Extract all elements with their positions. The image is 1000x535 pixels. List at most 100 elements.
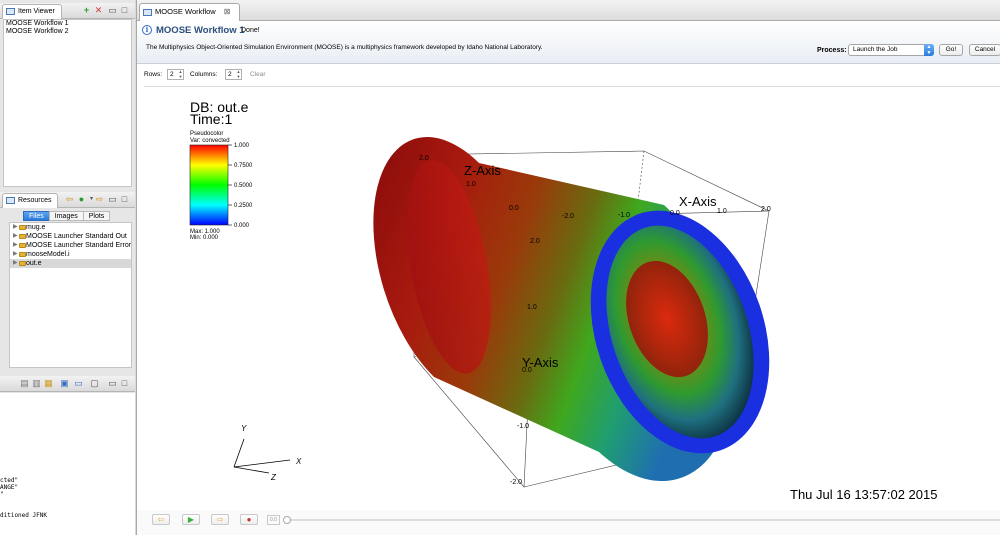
- console-icon[interactable]: ▤: [20, 379, 29, 388]
- legend-tick-label: 0.7500: [234, 163, 253, 169]
- visit-render-canvas[interactable]: DB: out.e Time:1 Pseudocolor Var: convec…: [144, 86, 1000, 511]
- back-arrow-icon[interactable]: ⇦: [65, 195, 74, 204]
- item-viewer-tab[interactable]: Item Viewer: [2, 4, 62, 19]
- minimize-icon[interactable]: ▭: [108, 195, 117, 204]
- legend-tick-label: 0.5000: [234, 183, 253, 189]
- folder-icon: [19, 252, 26, 257]
- file-row-selected[interactable]: ▶ out.e: [10, 259, 131, 268]
- folder-icon: [19, 243, 26, 248]
- folder-icon: [19, 261, 26, 266]
- legend-tick-label: 1.000: [234, 143, 250, 149]
- triad-z-label: Z: [270, 473, 277, 482]
- svg-text:2.0: 2.0: [530, 238, 540, 245]
- triad-x-label: X: [295, 457, 302, 466]
- console-output: cted" ANGE" " ditioned JFNK: [0, 393, 135, 535]
- process-label: Process:: [817, 47, 847, 54]
- item-viewer-list: MOOSE Workflow 1 MOOSE Workflow 2: [3, 19, 132, 187]
- axis-triad: [233, 438, 291, 474]
- previous-frame-icon[interactable]: ⇦: [152, 514, 170, 525]
- page-title: MOOSE Workflow 1: [156, 25, 245, 36]
- maximize-icon[interactable]: □: [120, 6, 129, 15]
- open-console-icon[interactable]: ▭: [74, 379, 83, 388]
- x-axis-title: X-Axis: [679, 194, 717, 209]
- file-row[interactable]: ▶ MOOSE Launcher Standard Out: [10, 232, 131, 241]
- left-column: Item Viewer + ✕ ▭ □ MOOSE Workflow 1 MOO…: [0, 0, 135, 535]
- svg-text:1.0: 1.0: [717, 208, 727, 215]
- legend-variable: Var: convected: [190, 138, 230, 144]
- editor-tab-moose-workflow[interactable]: MOOSE Workflow ⊠: [139, 3, 240, 21]
- delete-icon[interactable]: ✕: [94, 6, 103, 15]
- columns-stepper[interactable]: 2 ▲ ▼: [225, 69, 242, 80]
- next-frame-icon[interactable]: ⇨: [211, 514, 229, 525]
- add-icon[interactable]: +: [82, 6, 91, 15]
- time-slider-handle[interactable]: [283, 516, 291, 524]
- svg-text:-2.0: -2.0: [510, 479, 522, 486]
- rows-label: Rows:: [144, 71, 163, 78]
- console-line: ANGE": [0, 484, 19, 491]
- resources-tab[interactable]: Resources: [2, 193, 59, 208]
- file-row[interactable]: ▶ mooseModel.i: [10, 250, 131, 259]
- tab-images[interactable]: Images: [48, 211, 84, 221]
- tab-files[interactable]: Files: [23, 211, 50, 221]
- stepper-arrows-icon[interactable]: ▲ ▼: [178, 69, 183, 79]
- item-viewer-tabbar: Item Viewer + ✕ ▭ □: [0, 3, 135, 19]
- console-line: cted": [0, 477, 19, 484]
- record-icon[interactable]: ●: [240, 514, 258, 525]
- folder-icon: [19, 234, 26, 239]
- svg-text:0.0: 0.0: [509, 205, 519, 212]
- go-button[interactable]: Go!: [939, 44, 963, 56]
- svg-text:2.0: 2.0: [761, 206, 771, 213]
- cancel-button[interactable]: Cancel: [969, 44, 1000, 56]
- time-label: Time:1: [190, 111, 232, 127]
- scroll-lock-icon[interactable]: ▥: [32, 379, 41, 388]
- frame-field[interactable]: 0.0: [267, 515, 280, 525]
- svg-text:-1.0: -1.0: [618, 212, 630, 219]
- list-item[interactable]: MOOSE Workflow 1: [4, 20, 131, 28]
- minimize-icon[interactable]: ▭: [108, 379, 117, 388]
- play-icon[interactable]: ●: [77, 195, 86, 204]
- minimize-icon[interactable]: ▭: [108, 6, 117, 15]
- svg-text:-1.0: -1.0: [517, 423, 529, 430]
- triad-y-label: Y: [241, 424, 247, 433]
- editor-tabbar: MOOSE Workflow ⊠: [137, 0, 1000, 21]
- legend-ticks: 1.000 0.7500 0.5000 0.2500 0.000: [228, 143, 253, 229]
- resources-tab-switcher: Files Images Plots: [23, 211, 111, 221]
- colormap-bar: [189, 144, 229, 226]
- svg-text:-2.0: -2.0: [562, 213, 574, 220]
- folder-icon: [19, 225, 26, 230]
- maximize-icon[interactable]: □: [120, 195, 129, 204]
- stepper-arrows-icon[interactable]: ▲ ▼: [236, 69, 241, 79]
- editor-area: MOOSE Workflow ⊠ i MOOSE Workflow 1 Done…: [136, 0, 1000, 535]
- render-svg: DB: out.e Time:1 Pseudocolor Var: convec…: [189, 99, 937, 502]
- new-console-icon[interactable]: ▢: [90, 379, 99, 388]
- process-select[interactable]: Launch the Job ▲ ▼: [848, 44, 934, 56]
- svg-text:2.0: 2.0: [419, 155, 429, 162]
- maximize-icon[interactable]: □: [120, 379, 129, 388]
- pin-icon[interactable]: ▦: [44, 379, 53, 388]
- grid-controls: Rows: 2 ▲ ▼ Columns: 2 ▲ ▼ Clear: [137, 66, 1000, 84]
- close-tab-icon[interactable]: ⊠: [224, 7, 231, 16]
- time-slider-track[interactable]: [287, 519, 1000, 521]
- clear-button[interactable]: Clear: [250, 71, 266, 78]
- resources-file-tree: ▶ mug.e ▶ MOOSE Launcher Standard Out ▶ MOO…: [9, 222, 132, 368]
- forward-arrow-icon[interactable]: ⇨: [95, 195, 104, 204]
- description-text: The Multiphysics Object-Oriented Simulat…: [146, 44, 543, 51]
- legend-plot-type: Pseudocolor: [190, 131, 223, 137]
- svg-text:0.0: 0.0: [522, 367, 532, 374]
- timestamp: Thu Jul 16 13:57:02 2015: [790, 487, 937, 502]
- z-axis-title: Z-Axis: [464, 163, 501, 178]
- legend-tick-label: 0.000: [234, 223, 250, 229]
- animation-controls: ⇦ ▶ ⇨ ● 0.0: [137, 510, 1000, 535]
- rows-stepper[interactable]: 2 ▲ ▼: [167, 69, 184, 80]
- list-item[interactable]: MOOSE Workflow 2: [4, 28, 131, 36]
- chevron-updown-icon: ▲ ▼: [924, 44, 934, 56]
- display-console-icon[interactable]: ▣: [60, 379, 69, 388]
- tab-plots[interactable]: Plots: [82, 211, 111, 221]
- file-row[interactable]: ▶ MOOSE Launcher Standard Error: [10, 241, 131, 250]
- file-row[interactable]: ▶ mug.e: [10, 223, 131, 232]
- resources-tabbar: Resources ⇦ ● ▾ ⇨ ▭ □: [0, 192, 135, 208]
- play-icon[interactable]: ▶: [182, 514, 200, 525]
- info-icon: i: [142, 25, 152, 35]
